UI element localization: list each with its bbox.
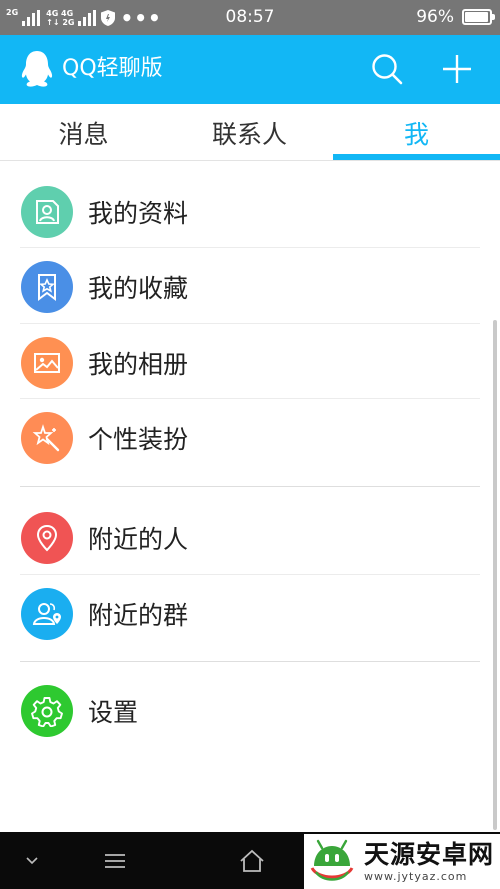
menu-nav-button[interactable] bbox=[100, 844, 130, 878]
menu-item-profile[interactable]: 我的资料 bbox=[0, 174, 500, 249]
menu-item-label: 我的资料 bbox=[88, 198, 189, 228]
plus-icon bbox=[443, 55, 471, 83]
photo-icon bbox=[21, 336, 73, 389]
menu-item-album[interactable]: 我的相册 bbox=[0, 325, 500, 400]
battery-icon bbox=[462, 9, 495, 25]
menu-item-themes[interactable]: 个性装扮 bbox=[0, 400, 500, 475]
group-location-icon bbox=[21, 587, 73, 640]
battery-percent: 96% bbox=[416, 7, 454, 27]
bookmark-star-icon bbox=[21, 260, 73, 313]
android-logo-icon bbox=[310, 839, 354, 881]
location-pin-icon bbox=[21, 511, 73, 564]
menu-item-label: 我的相册 bbox=[88, 349, 189, 379]
app-title: QQ轻聊版 bbox=[62, 56, 163, 81]
chevron-down-icon bbox=[26, 857, 38, 865]
add-button[interactable] bbox=[437, 49, 477, 89]
home-nav-button[interactable] bbox=[237, 844, 267, 878]
scrollbar[interactable] bbox=[493, 320, 497, 830]
status-right: 96% bbox=[416, 7, 495, 27]
section-divider bbox=[20, 661, 480, 662]
active-tab-indicator bbox=[333, 154, 500, 160]
tab-contacts[interactable]: 联系人 bbox=[166, 104, 333, 161]
tab-bar: 消息 联系人 我 bbox=[0, 104, 500, 161]
menu-item-favorites[interactable]: 我的收藏 bbox=[0, 249, 500, 324]
battery-fill bbox=[465, 12, 488, 22]
menu-item-label: 附近的群 bbox=[88, 600, 189, 630]
menu-divider bbox=[20, 247, 480, 248]
hamburger-menu-icon bbox=[105, 854, 125, 868]
section-divider bbox=[20, 486, 480, 487]
status-bar: 2G 4G 4G ↑↓ 2G ••• 08:57 96% bbox=[0, 0, 500, 35]
hide-nav-button[interactable] bbox=[20, 844, 44, 878]
menu-item-label: 设置 bbox=[88, 697, 139, 727]
tab-messages[interactable]: 消息 bbox=[0, 104, 167, 161]
menu-divider bbox=[20, 323, 480, 324]
menu-item-label: 附近的人 bbox=[88, 524, 189, 554]
tab-me[interactable]: 我 bbox=[333, 104, 500, 161]
search-button[interactable] bbox=[367, 49, 407, 89]
qq-penguin-icon bbox=[21, 51, 53, 87]
menu-item-nearby-people[interactable]: 附近的人 bbox=[0, 500, 500, 575]
watermark-title: 天源安卓网 bbox=[364, 840, 495, 869]
search-icon bbox=[372, 54, 403, 85]
watermark-text: 天源安卓网 www.jytyaz.com bbox=[364, 840, 494, 883]
menu-divider bbox=[20, 398, 480, 399]
menu-item-settings[interactable]: 设置 bbox=[0, 673, 500, 748]
app-header: QQ轻聊版 bbox=[0, 35, 500, 104]
profile-card-icon bbox=[21, 185, 73, 238]
watermark: 天源安卓网 www.jytyaz.com bbox=[304, 834, 500, 889]
magic-wand-icon bbox=[21, 411, 73, 464]
menu-item-label: 我的收藏 bbox=[88, 273, 189, 303]
home-icon bbox=[240, 849, 264, 872]
gear-icon bbox=[21, 684, 73, 737]
watermark-url: www.jytyaz.com bbox=[364, 870, 468, 883]
menu-item-label: 个性装扮 bbox=[88, 424, 189, 454]
menu-divider bbox=[20, 574, 480, 575]
menu-item-nearby-groups[interactable]: 附近的群 bbox=[0, 576, 500, 651]
